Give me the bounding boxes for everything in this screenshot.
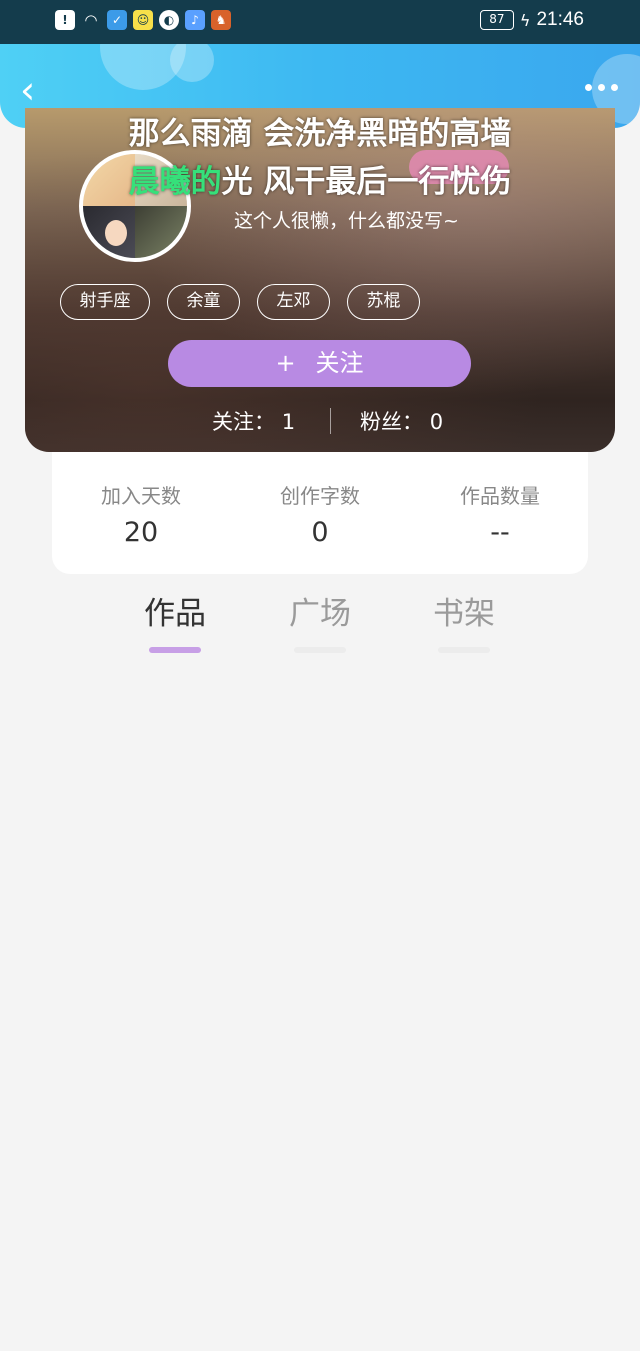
tag-item[interactable]: 苏棍 [347,284,420,320]
tab-label: 书架 [433,596,495,632]
stat-label: 加入天数 [101,484,181,508]
alert-icon: ! [55,10,75,30]
more-icon[interactable] [585,84,618,91]
divider [330,408,331,434]
stat-works-count: 作品数量 -- [410,480,590,548]
back-icon[interactable]: ‹ [20,71,50,110]
game-icon: ♞ [211,10,231,30]
tab-label: 广场 [289,596,351,632]
tab-works[interactable]: 作品 [115,588,235,653]
lyric-line-1: 那么雨滴 会洗净黑暗的高墙 [128,116,512,152]
stat-value: -- [490,517,510,548]
status-right: 87 ϟ 21:46 [479,9,584,31]
tag-list: 射手座 余童 左邓 苏棍 [60,284,420,320]
status-bar: ! ◠ ✓ ☺ ◐ ♪ ♞ 87 ϟ 21:46 [0,0,640,44]
battery-indicator: 87 [479,10,514,30]
shield-icon: ✓ [107,10,127,30]
content-tabs: 作品 广场 书架 [0,588,640,658]
lyric-rest: 光 风干最后一行忧伤 [221,164,512,200]
stat-value: 20 [123,517,159,548]
user-bio: 这个人很懒，什么都没写~ [234,210,459,232]
stat-join-days: 加入天数 20 [51,480,231,548]
stat-word-count: 创作字数 0 [230,480,410,548]
stat-label: 创作字数 [280,484,360,508]
tab-underline [438,647,490,653]
decor-bubble [170,44,214,82]
stat-value: 0 [311,517,329,548]
clock: 21:46 [536,9,584,30]
notification-icons: ! ◠ ✓ ☺ ◐ ♪ ♞ [55,10,231,30]
follow-button[interactable]: + 关注 [168,340,471,387]
lyric-highlight: 晨曦的 [128,164,222,200]
tab-label: 作品 [144,596,206,632]
fans-count[interactable]: 粉丝： 0 [360,406,443,436]
tab-underline [149,647,201,653]
ball-icon: ◐ [159,10,179,30]
plus-icon: + [275,349,296,377]
tag-item[interactable]: 余童 [167,284,240,320]
tab-square[interactable]: 广场 [260,588,380,653]
stats-card: 加入天数 20 创作字数 0 作品数量 -- [52,452,588,574]
app-icon: ☺ [133,10,153,30]
charging-icon: ϟ [519,10,531,30]
tag-item[interactable]: 左邓 [257,284,330,320]
following-count[interactable]: 关注： 1 [212,406,295,436]
lyric-line-2: 晨曦的光 风干最后一行忧伤 [0,156,640,201]
wifi-icon: ◠ [85,11,97,29]
music-icon: ♪ [185,10,205,30]
follow-button-label: 关注 [315,349,364,377]
tab-underline [294,647,346,653]
stat-label: 作品数量 [460,484,540,508]
tab-bookshelf[interactable]: 书架 [404,588,524,653]
tag-item[interactable]: 射手座 [60,284,150,320]
